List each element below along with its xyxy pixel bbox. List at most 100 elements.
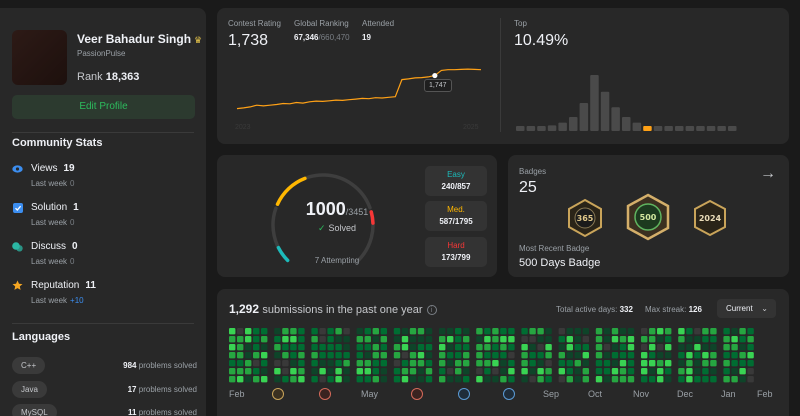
heatmap-cell: [566, 344, 573, 351]
heatmap-cell: [356, 376, 363, 383]
edit-profile-button[interactable]: Edit Profile: [12, 95, 195, 119]
recent-badge-name: 500 Days Badge: [519, 257, 601, 269]
easy-progress-arc: [276, 245, 290, 263]
monthly-badge-icon[interactable]: [503, 388, 515, 400]
heatmap-cell: [311, 352, 318, 359]
difficulty-hard[interactable]: Hard 173/799: [425, 237, 487, 267]
heatmap-cell: [364, 368, 371, 375]
2024-badge-icon[interactable]: 2024: [692, 199, 728, 237]
heatmap-cell: [261, 336, 268, 343]
heatmap-cell: [619, 360, 627, 367]
distribution-bar: [632, 122, 642, 131]
heatmap-cell: [282, 360, 289, 367]
heatmap-cell: [290, 336, 297, 343]
heatmap-cell: [282, 336, 289, 343]
365-days-badge-icon[interactable]: 365: [566, 198, 604, 238]
heatmap-cell: [290, 376, 297, 383]
monthly-badge-icon[interactable]: [319, 388, 331, 400]
distribution-bar: [664, 126, 673, 131]
year-select[interactable]: Current ⌄: [717, 299, 776, 318]
heatmap-cell: [492, 336, 499, 343]
heatmap-cell: [455, 360, 462, 367]
heatmap-cell: [566, 368, 573, 375]
heatmap-cell: [747, 360, 754, 367]
difficulty-medium[interactable]: Med. 587/1795: [425, 201, 487, 231]
heatmap-cell: [574, 368, 581, 375]
heatmap-cell: [723, 344, 730, 351]
heatmap-cell: [521, 344, 528, 351]
language-tag[interactable]: C++: [12, 357, 46, 374]
heatmap-cell: [245, 336, 252, 343]
heatmap-cell: [380, 352, 387, 359]
difficulty-easy[interactable]: Easy 240/857: [425, 166, 487, 196]
submission-calendar-card: 1,292 submissions in the past one year i …: [217, 289, 789, 416]
language-tag[interactable]: MySQL: [12, 404, 57, 416]
distribution-bar: [622, 117, 631, 131]
heatmap-cell: [694, 344, 701, 351]
heatmap-cell: [327, 336, 334, 343]
heatmap-cell: [723, 368, 730, 375]
language-count-value: 17: [127, 385, 137, 394]
heatmap-cell: [641, 368, 648, 375]
heatmap-cell: [298, 368, 305, 375]
medium-value: 587/1795: [439, 217, 473, 226]
arrow-right-icon[interactable]: →: [760, 165, 776, 183]
heatmap-cell: [694, 336, 701, 343]
stat-sub-value: +10: [70, 296, 84, 305]
500-days-badge-icon[interactable]: 500: [624, 193, 672, 241]
rank-label: Rank: [77, 71, 103, 83]
heatmap-cell: [686, 352, 693, 359]
attempting-count: 7 Attempting: [314, 256, 360, 265]
stat-sub-label: Last week: [31, 257, 68, 266]
month-label: May: [361, 389, 379, 399]
submission-heatmap[interactable]: [229, 328, 781, 384]
heatmap-cell: [500, 344, 507, 351]
heatmap-cell: [710, 376, 717, 383]
heatmap-cell: [274, 344, 281, 351]
avatar[interactable]: [12, 30, 67, 85]
heatmap-cell: [582, 376, 589, 383]
heatmap-cell: [603, 344, 611, 351]
heatmap-cell: [417, 360, 425, 367]
heatmap-cell: [417, 344, 425, 351]
distribution-bar: [643, 126, 652, 131]
stat-sub-value: 0: [70, 218, 75, 227]
heatmap-cell: [261, 376, 268, 383]
heatmap-cell: [455, 344, 462, 351]
monthly-badge-icon[interactable]: [411, 388, 423, 400]
heatmap-cell: [253, 360, 260, 367]
heatmap-cell: [417, 376, 425, 383]
monthly-badge-icon[interactable]: [458, 388, 470, 400]
distribution-bar: [717, 126, 726, 131]
solved-total: /3451: [345, 207, 369, 217]
rating-line-chart[interactable]: 2023 2025: [231, 58, 489, 133]
monthly-badge-icon[interactable]: [272, 388, 284, 400]
info-icon[interactable]: i: [426, 305, 437, 315]
crown-icon: ♛: [194, 35, 203, 45]
heatmap-cell: [678, 376, 685, 383]
heatmap-cell: [521, 376, 528, 383]
language-count-suffix: problems solved: [138, 385, 197, 394]
rating-tooltip: 1,747: [424, 79, 452, 92]
heatmap-cell: [686, 344, 693, 351]
heatmap-cell: [409, 368, 417, 375]
heatmap-cell: [253, 336, 260, 343]
heatmap-cell: [529, 360, 536, 367]
month-label: Feb: [229, 389, 245, 399]
heatmap-cell: [364, 328, 371, 335]
heatmap-cell: [537, 352, 544, 359]
heatmap-cell: [678, 344, 685, 351]
heatmap-cell: [425, 360, 433, 367]
heatmap-cell: [261, 352, 268, 359]
language-tag[interactable]: Java: [12, 381, 47, 398]
heatmap-cell: [245, 368, 252, 375]
heatmap-cell: [641, 344, 648, 351]
heatmap-cell: [657, 368, 664, 375]
heatmap-cell: [723, 352, 730, 359]
heatmap-cell: [463, 360, 470, 367]
stat-sub-label: Last week: [31, 179, 68, 188]
rating-distribution-chart[interactable]: [516, 68, 776, 132]
language-count: 984 problems solved: [123, 361, 197, 370]
heatmap-cell: [439, 344, 446, 351]
heatmap-cell: [245, 376, 252, 383]
